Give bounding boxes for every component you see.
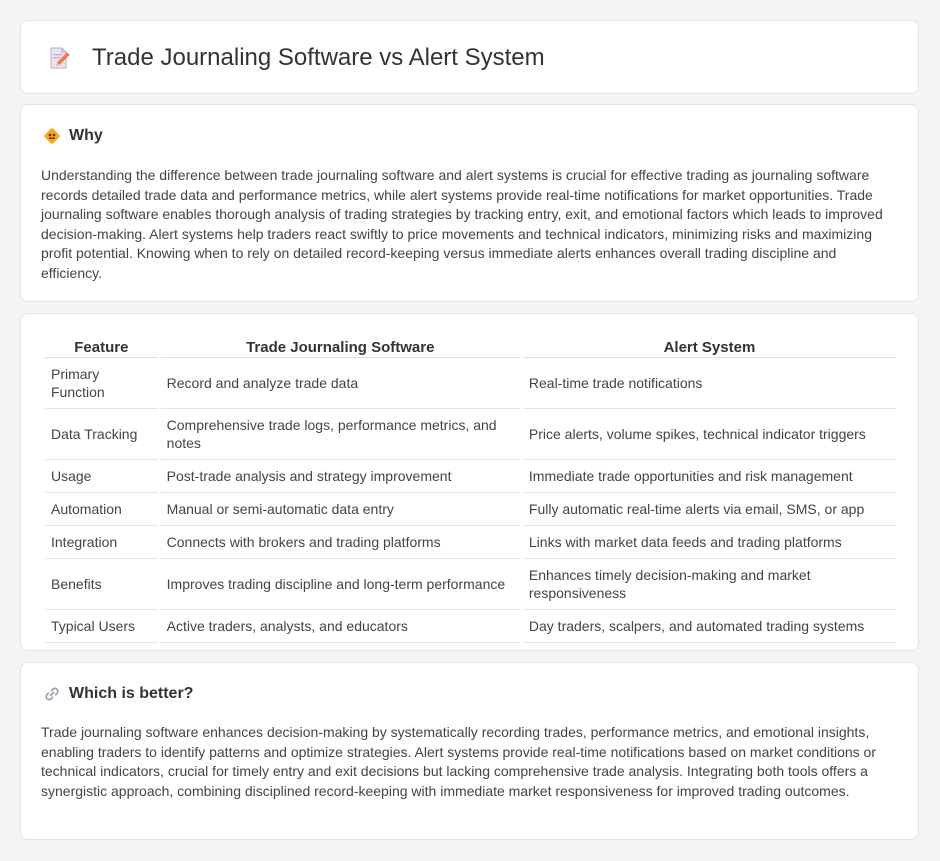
diamond-sign-icon	[44, 128, 60, 144]
page-title: Trade Journaling Software vs Alert Syste…	[92, 44, 545, 71]
table-row: Primary Function Record and analyze trad…	[45, 358, 896, 409]
journaling-cell: Post-trade analysis and strategy improve…	[160, 460, 520, 493]
alert-cell: Enhances timely decision-making and mark…	[522, 559, 896, 610]
feature-cell: Automation	[45, 493, 158, 526]
feature-cell: Usage	[45, 460, 158, 493]
why-heading-row: Why	[43, 127, 103, 145]
column-header-alert: Alert System	[522, 336, 896, 358]
journaling-cell: Manual or semi-automatic data entry	[160, 493, 520, 526]
better-heading: Which is better?	[69, 685, 194, 702]
journaling-cell: Connects with brokers and trading platfo…	[160, 526, 520, 559]
journaling-cell: Comprehensive trade logs, performance me…	[160, 409, 520, 460]
table-row: Integration Connects with brokers and tr…	[45, 526, 896, 559]
alert-cell: Real-time trade notifications	[522, 358, 896, 409]
header-card: Trade Journaling Software vs Alert Syste…	[20, 20, 919, 94]
why-text: Understanding the difference between tra…	[41, 167, 883, 281]
why-heading: Why	[69, 127, 103, 144]
column-header-feature: Feature	[45, 336, 158, 358]
feature-cell: Benefits	[45, 559, 158, 610]
why-section: Why Understanding the difference between…	[20, 104, 919, 302]
feature-cell: Primary Function	[45, 358, 158, 409]
feature-cell: Integration	[45, 526, 158, 559]
comparison-section: Feature Trade Journaling Software Alert …	[20, 313, 919, 651]
alert-cell: Immediate trade opportunities and risk m…	[522, 460, 896, 493]
feature-cell: Typical Users	[45, 610, 158, 643]
alert-cell: Links with market data feeds and trading…	[522, 526, 896, 559]
table-row: Data Tracking Comprehensive trade logs, …	[45, 409, 896, 460]
which-is-better-section: Which is better? Trade journaling softwa…	[20, 662, 919, 840]
journaling-cell: Active traders, analysts, and educators	[160, 610, 520, 643]
alert-cell: Price alerts, volume spikes, technical i…	[522, 409, 896, 460]
document-pencil-icon	[50, 47, 70, 69]
column-header-journaling: Trade Journaling Software	[160, 336, 520, 358]
table-row: Typical Users Active traders, analysts, …	[45, 610, 896, 643]
table-row: Automation Manual or semi-automatic data…	[45, 493, 896, 526]
better-heading-row: Which is better?	[43, 685, 193, 703]
table-header-row: Feature Trade Journaling Software Alert …	[45, 336, 896, 358]
alert-cell: Fully automatic real-time alerts via ema…	[522, 493, 896, 526]
table-row: Usage Post-trade analysis and strategy i…	[45, 460, 896, 493]
journaling-cell: Record and analyze trade data	[160, 358, 520, 409]
feature-cell: Data Tracking	[45, 409, 158, 460]
table-row: Benefits Improves trading discipline and…	[45, 559, 896, 610]
better-text: Trade journaling software enhances decis…	[41, 724, 876, 799]
journaling-cell: Improves trading discipline and long-ter…	[160, 559, 520, 610]
comparison-table: Feature Trade Journaling Software Alert …	[42, 336, 899, 643]
alert-cell: Day traders, scalpers, and automated tra…	[522, 610, 896, 643]
link-icon	[45, 687, 59, 701]
